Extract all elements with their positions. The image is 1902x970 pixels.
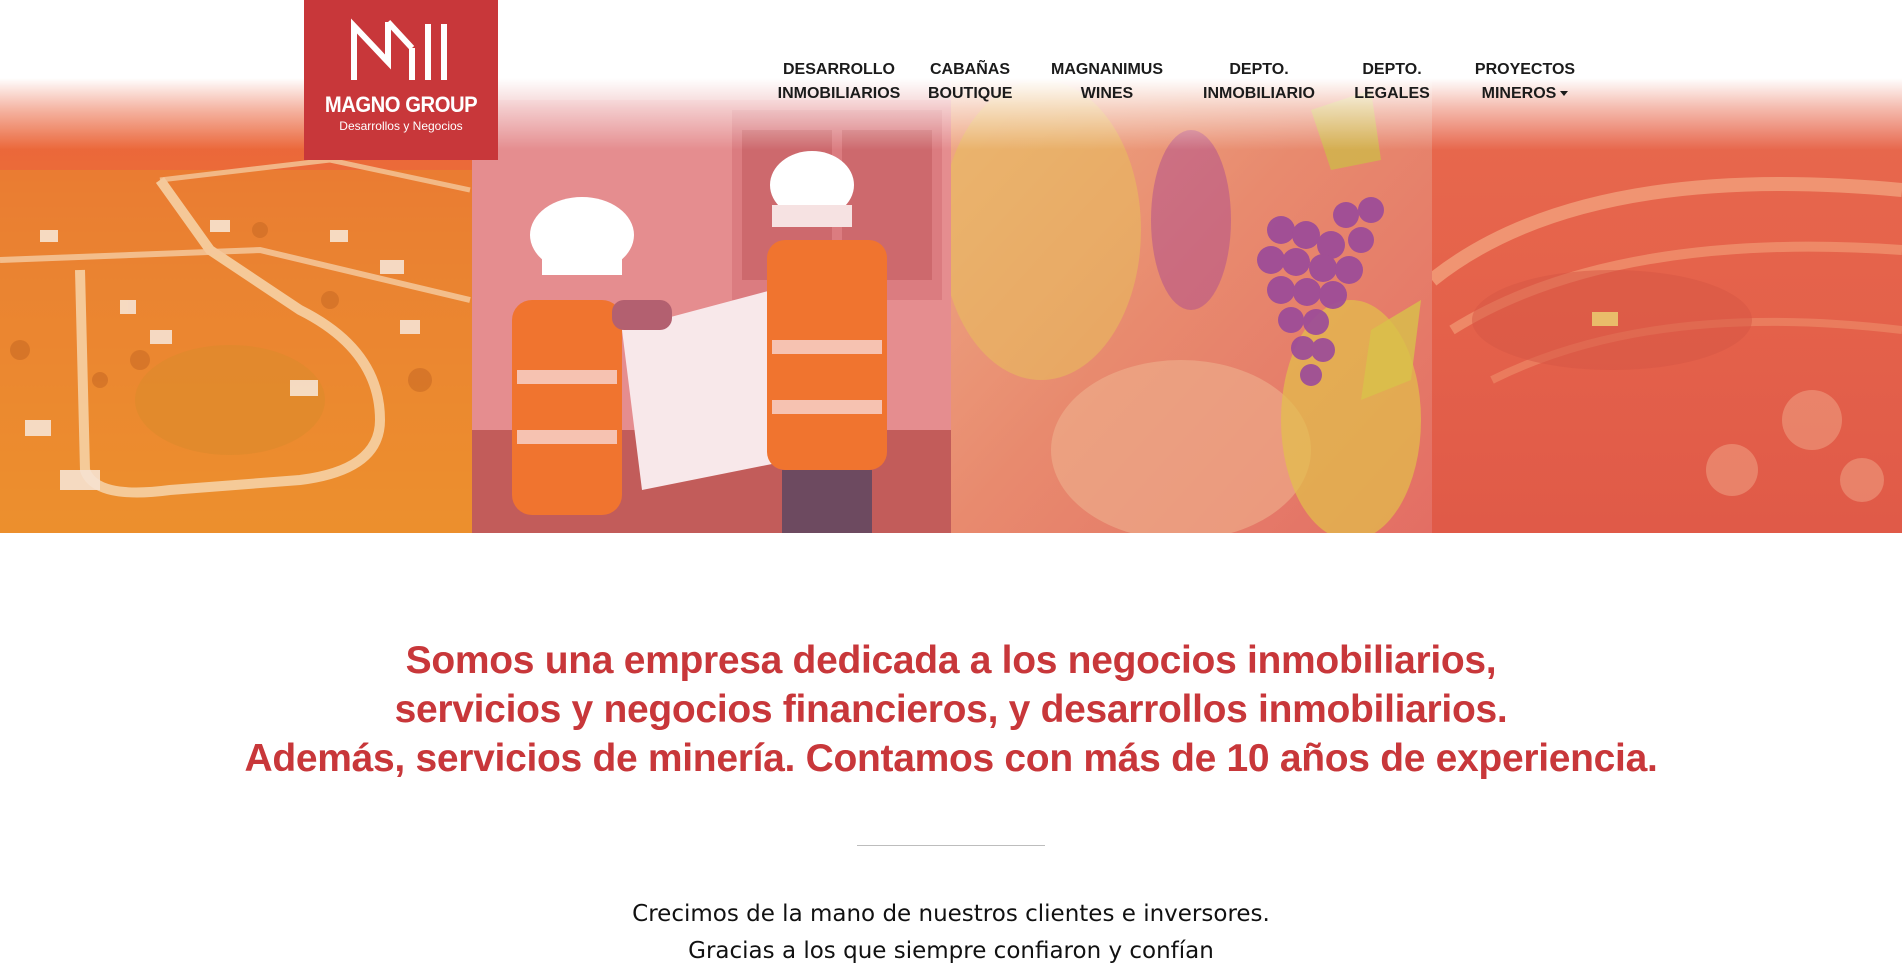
nav-label-line2: LEGALES [1354, 85, 1430, 102]
nav-label-line1: DESARROLLO [783, 61, 895, 78]
intro-headline: Somos una empresa dedicada a los negocio… [0, 636, 1902, 783]
nav-label-line2-wrap: MINEROS [1470, 82, 1580, 106]
nav-label-line1: CABAÑAS [930, 61, 1010, 78]
subtext-line2: Gracias a los que siempre confiaron y co… [688, 938, 1214, 964]
nav-label-line1: MAGNANIMUS [1051, 61, 1163, 78]
nav-label-line1: DEPTO. [1229, 61, 1289, 78]
subtext-line1: Crecimos de la mano de nuestros clientes… [632, 901, 1270, 927]
nav-label-line1: PROYECTOS [1474, 61, 1576, 78]
nav-label-line2: MINEROS [1481, 85, 1557, 102]
nav-label-line2: INMOBILIARIOS [777, 85, 901, 102]
nav-depto-inmobiliario[interactable]: DEPTO. INMOBILIARIO [1200, 58, 1318, 106]
nav-magnanimus-wines[interactable]: MAGNANIMUS WINES [1050, 58, 1164, 106]
chevron-down-icon [1560, 91, 1569, 97]
nav-proyectos-mineros-dropdown[interactable]: PROYECTOS MINEROS [1470, 58, 1580, 106]
nav-cabanas-boutique[interactable]: CABAÑAS BOUTIQUE [928, 58, 1012, 106]
nav-depto-legales[interactable]: DEPTO. LEGALES [1350, 58, 1434, 106]
headline-line3: Además, servicios de minería. Contamos c… [244, 737, 1658, 780]
headline-line1: Somos una empresa dedicada a los negocio… [405, 639, 1497, 682]
nav-label-line2: BOUTIQUE [928, 85, 1013, 102]
main-navigation: DESARROLLO INMOBILIARIOS CABAÑAS BOUTIQU… [0, 58, 1902, 108]
nav-label-line2: INMOBILIARIO [1203, 85, 1315, 102]
section-divider [857, 845, 1045, 846]
intro-subtext: Crecimos de la mano de nuestros clientes… [0, 896, 1902, 970]
headline-line2: servicios y negocios financieros, y desa… [394, 688, 1508, 731]
nav-label-line1: DEPTO. [1362, 61, 1422, 78]
nav-label-line2: WINES [1080, 85, 1134, 102]
brand-tagline: Desarrollos y Negocios [339, 119, 463, 133]
nav-desarrollo-inmobiliarios[interactable]: DESARROLLO INMOBILIARIOS [772, 58, 906, 106]
